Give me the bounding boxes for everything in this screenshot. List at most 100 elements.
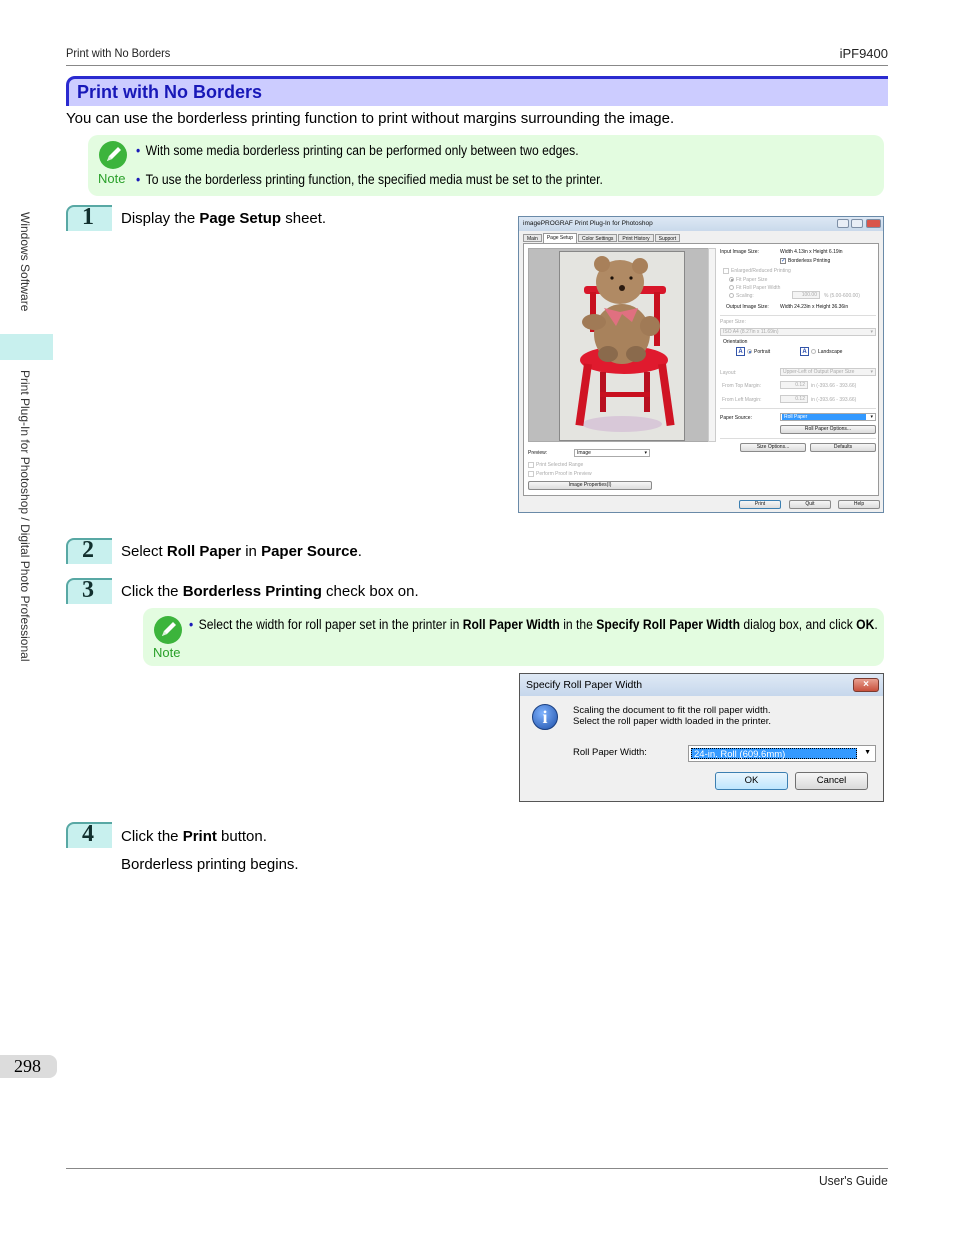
- note-pencil-icon: [154, 616, 182, 644]
- tab-page-setup[interactable]: Page Setup: [542, 233, 577, 243]
- paper-source-select[interactable]: Roll Paper ▾: [780, 413, 876, 421]
- note-label: Note: [153, 645, 181, 660]
- enlarged-reduced-label: Enlarged/Reduced Printing: [731, 268, 791, 274]
- defaults-button[interactable]: Defaults: [810, 443, 876, 452]
- output-image-size-value: Width 24.23in x Height 36.36in: [780, 304, 849, 310]
- dialog-message: Scaling the document to fit the roll pap…: [573, 705, 772, 727]
- left-margin-input[interactable]: 0.12: [780, 395, 808, 403]
- intro-paragraph: You can use the borderless printing func…: [66, 110, 675, 127]
- running-header-title: Print with No Borders: [66, 46, 171, 60]
- info-icon: i: [532, 704, 558, 730]
- roll-paper-width-select[interactable]: 24-in. Roll (609.6mm) ▼: [688, 745, 876, 762]
- scaling-range: % (5.00-600.00): [824, 293, 860, 299]
- fit-roll-paper-radio[interactable]: [729, 285, 734, 290]
- tab-bar: Main Page Setup Color Settings Print His…: [523, 233, 681, 243]
- step-3-text: Click the Borderless Printing check box …: [121, 583, 419, 600]
- tab-print-history[interactable]: Print History: [618, 234, 654, 242]
- output-image-size-label: Output Image Size:: [726, 304, 769, 310]
- fit-paper-size-radio[interactable]: [729, 277, 734, 282]
- step-number-4: 4: [66, 821, 112, 848]
- input-image-size-value: Width 4.13in x Height 6.19in: [780, 249, 843, 255]
- print-selected-range-label: Print Selected Range: [536, 462, 584, 468]
- tab-support[interactable]: Support: [654, 234, 681, 242]
- tab-main[interactable]: Main: [523, 234, 542, 242]
- running-header-model: iPF9400: [839, 46, 888, 61]
- teddy-bear-photo: [559, 251, 685, 441]
- perform-proof-checkbox[interactable]: [528, 471, 534, 477]
- step-4-text: Click the Print button.: [121, 828, 267, 845]
- header-divider: [66, 65, 888, 66]
- preview-select[interactable]: Image ▾: [574, 449, 650, 457]
- scaling-input[interactable]: 100.00: [792, 291, 820, 299]
- note-box: Note • Select the width for roll paper se…: [143, 608, 884, 666]
- print-button[interactable]: Print: [739, 500, 781, 509]
- divider: [720, 438, 876, 439]
- note-item: • Select the width for roll paper set in …: [189, 617, 878, 632]
- divider: [720, 408, 876, 409]
- note-item: • To use the borderless printing function…: [136, 172, 603, 187]
- tab-color-settings[interactable]: Color Settings: [577, 234, 618, 242]
- left-margin-label: From Left Margin:: [722, 397, 762, 403]
- page-setup-panel: Preview: Image ▾ Print Selected Range Per…: [523, 243, 879, 496]
- page-number: 298: [0, 1055, 57, 1078]
- specify-roll-paper-width-dialog: Specify Roll Paper Width × i Scaling the…: [519, 673, 884, 802]
- close-icon[interactable]: ×: [853, 678, 879, 692]
- window-title: imagePROGRAF Print Plug-In for Photoshop: [523, 220, 653, 227]
- side-tab-windows-software[interactable]: Windows Software: [18, 212, 32, 311]
- layout-select[interactable]: Upper-Left of Output Paper Size ▾: [780, 368, 876, 376]
- note-item: • With some media borderless printing can…: [136, 143, 579, 158]
- paper-size-select[interactable]: ISO A4 (8.27in x 11.69in) ▾: [720, 328, 876, 336]
- side-tab-print-plugin[interactable]: Print Plug-In for Photoshop / Digital Ph…: [18, 370, 32, 662]
- orientation-label: Orientation: [723, 339, 748, 345]
- footer-guide-name: User's Guide: [819, 1173, 888, 1188]
- roll-paper-width-label: Roll Paper Width:: [573, 747, 647, 758]
- chevron-down-icon: ▼: [864, 749, 871, 756]
- landscape-radio[interactable]: [811, 349, 816, 354]
- input-image-size-label: Input Image Size:: [720, 249, 759, 255]
- paper-source-label: Paper Source:: [720, 415, 752, 421]
- minimize-icon[interactable]: [837, 219, 849, 228]
- portrait-icon: A: [736, 347, 745, 356]
- paper-size-label: Paper Size:: [720, 319, 746, 325]
- borderless-printing-label: Borderless Printing: [788, 258, 831, 264]
- divider: [720, 315, 876, 316]
- top-margin-range: in (-393.66 - 393.66): [811, 383, 857, 389]
- ok-button[interactable]: OK: [715, 772, 788, 790]
- step-number-1: 1: [66, 204, 112, 231]
- step-4-result: Borderless printing begins.: [121, 856, 299, 873]
- top-margin-input[interactable]: 0.12: [780, 381, 808, 389]
- perform-proof-label: Perform Proof in Preview: [536, 471, 592, 477]
- cancel-button[interactable]: Cancel: [795, 772, 868, 790]
- step-2-text: Select Roll Paper in Paper Source.: [121, 543, 362, 560]
- step-1-text: Display the Page Setup sheet.: [121, 210, 327, 227]
- left-margin-range: in (-393.66 - 393.66): [811, 397, 857, 403]
- scaling-label: Scaling:: [736, 293, 754, 299]
- portrait-radio[interactable]: [747, 349, 752, 354]
- roll-paper-options-button[interactable]: Roll Paper Options...: [780, 425, 876, 434]
- note-box: Note • With some media borderless printin…: [88, 135, 884, 196]
- close-icon[interactable]: [866, 219, 881, 228]
- landscape-icon: A: [800, 347, 809, 356]
- enlarged-reduced-checkbox[interactable]: [723, 268, 729, 274]
- note-label: Note: [98, 171, 126, 186]
- portrait-label: Portrait: [754, 349, 771, 355]
- borderless-printing-checkbox[interactable]: ✓: [780, 258, 786, 264]
- preview-scrollbar[interactable]: [708, 248, 716, 442]
- note-pencil-icon: [99, 141, 127, 169]
- dialog-title-bar: Specify Roll Paper Width ×: [520, 674, 883, 696]
- dialog-title: Specify Roll Paper Width: [526, 679, 643, 691]
- scaling-radio[interactable]: [729, 293, 734, 298]
- fit-roll-paper-label: Fit Roll Paper Width: [736, 285, 781, 291]
- help-button[interactable]: Help: [838, 500, 880, 509]
- step-number-3: 3: [66, 577, 112, 604]
- size-options-button[interactable]: Size Options...: [740, 443, 806, 452]
- side-tab-marker: [0, 334, 53, 360]
- image-properties-button[interactable]: Image Properties(I): [528, 481, 652, 490]
- landscape-label: Landscape: [818, 349, 843, 355]
- print-selected-range-checkbox[interactable]: [528, 462, 534, 468]
- quit-button[interactable]: Quit: [789, 500, 831, 509]
- maximize-icon[interactable]: [851, 219, 863, 228]
- preview-area: [528, 248, 714, 442]
- footer-divider: [66, 1168, 888, 1169]
- top-margin-label: From Top Margin:: [722, 383, 762, 389]
